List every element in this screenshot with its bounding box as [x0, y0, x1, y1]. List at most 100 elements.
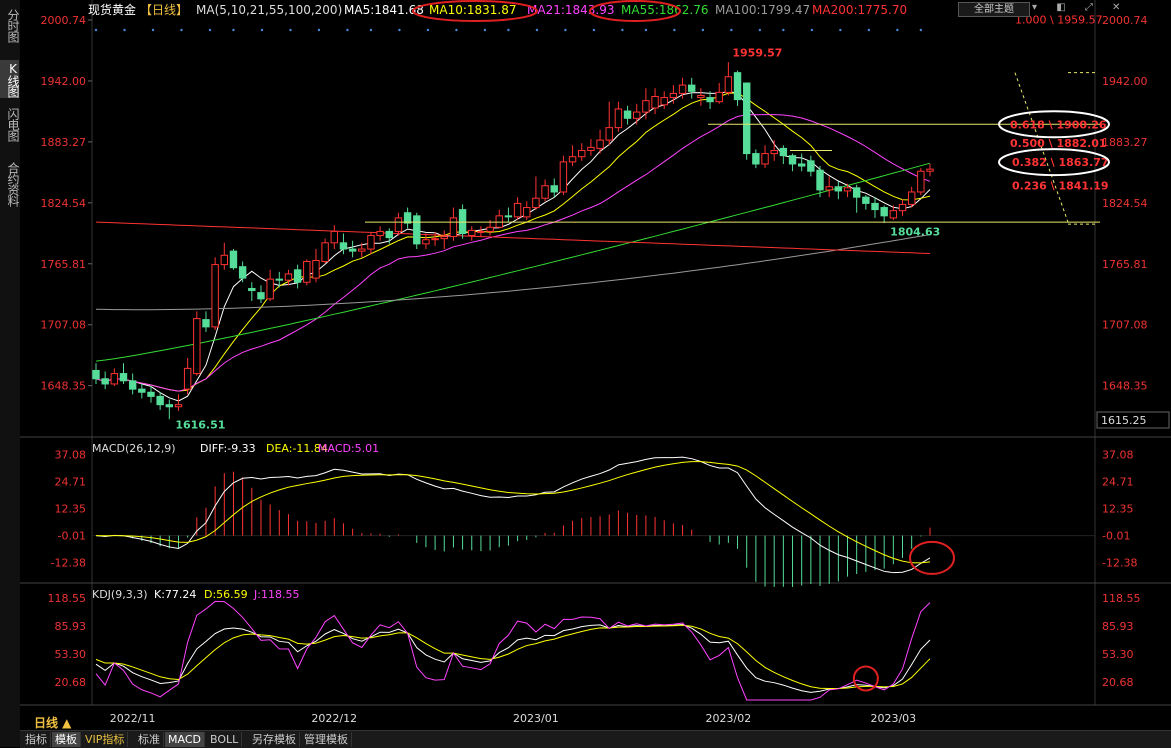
candle-body: [917, 170, 925, 193]
candle-body: [266, 278, 274, 300]
candle-body: [862, 196, 870, 204]
signal-dot: [730, 28, 733, 32]
price-tick-left: 1765.81: [41, 258, 87, 271]
kdj-k-label: K:77.24: [154, 588, 196, 601]
tab-timeshare[interactable]: 分时图: [0, 4, 20, 46]
chart-grid: [20, 0, 1171, 730]
toolbar-tab[interactable]: MACD: [165, 732, 205, 747]
window-control-icons[interactable]: ▾ ◧ ⤢ ✕: [1032, 2, 1128, 13]
theme-dropdown[interactable]: 全部主题: [958, 2, 1030, 17]
price-tick-right: 2000.74: [1102, 14, 1148, 27]
candle-body: [174, 404, 183, 408]
current-price-label: 1615.25: [1101, 414, 1147, 427]
symbol-name: 现货黄金: [88, 2, 136, 17]
candle-body: [660, 97, 668, 106]
price-tick-right: 1765.81: [1102, 258, 1148, 271]
candle-body: [797, 163, 806, 167]
candle-body: [513, 202, 522, 218]
candle-body: [367, 235, 375, 250]
candle-body: [413, 215, 421, 245]
candle-body: [202, 319, 210, 328]
candle-body: [165, 404, 174, 408]
candle-body: [257, 292, 265, 300]
candle-body: [724, 76, 733, 93]
price-tick-left: 1707.08: [41, 319, 87, 332]
ma-value-label: MA200:1775.70: [812, 3, 907, 17]
candle-body: [614, 108, 623, 129]
tab-contract-info[interactable]: 合约资料: [0, 154, 20, 214]
candle-body: [898, 203, 907, 212]
signal-dot: [644, 28, 648, 32]
macd-tick-right: 12.35: [1102, 503, 1134, 516]
candle-body: [358, 248, 366, 252]
date-tick: 2022/12: [311, 712, 357, 725]
price-tick-left: 1942.00: [41, 75, 87, 88]
ma-value-label: MA55:1862.76: [621, 3, 709, 17]
candle-body: [248, 287, 256, 292]
signal-dot: [455, 28, 458, 32]
candle-body: [128, 380, 137, 390]
candle-body: [807, 160, 815, 172]
toolbar-tab[interactable]: 另存模板: [249, 732, 300, 747]
candle-body: [715, 91, 723, 103]
price-tick-right: 1942.00: [1102, 75, 1148, 88]
candle-body: [843, 187, 852, 192]
signal-dot: [867, 28, 871, 32]
candle-body: [733, 72, 742, 101]
candle-body: [926, 168, 934, 172]
chart-canvas[interactable]: 现货黄金 【日线】 MA(5,10,21,55,100,200) MA5:1841.6…: [20, 0, 1171, 730]
macd-tick-left: -12.38: [51, 557, 86, 570]
signal-dot: [208, 28, 212, 32]
recent-low-label: 1804.63: [890, 225, 940, 238]
ma-params: MA(5,10,21,55,100,200): [196, 3, 342, 17]
candle-body: [761, 153, 769, 165]
candle-body: [523, 207, 531, 218]
candle-body: [852, 187, 861, 198]
kdj-tick-right: 118.55: [1102, 592, 1141, 605]
chart-background: [20, 0, 1171, 730]
candle-body: [788, 155, 797, 165]
candle-body: [193, 318, 201, 375]
macd-tick-right: 37.08: [1102, 448, 1134, 461]
macd-tick-left: 12.35: [55, 503, 87, 516]
candle-body: [742, 82, 751, 155]
candle-body: [101, 378, 109, 385]
tab-kline[interactable]: K线图: [0, 60, 20, 98]
candle-body: [403, 212, 412, 224]
price-tick-left: 1824.54: [41, 197, 87, 210]
signal-dot: [839, 28, 842, 32]
signal-dot: [289, 28, 292, 32]
signal-dot: [896, 28, 899, 32]
candle-body: [238, 266, 247, 279]
macd-tick-left: 37.08: [55, 448, 87, 461]
signal-dot: [782, 28, 785, 32]
candle-body: [651, 96, 659, 109]
candle-body: [275, 278, 284, 281]
candle-body: [678, 84, 687, 94]
candle-body: [834, 186, 843, 192]
candle-body: [669, 92, 678, 99]
macd-tick-right: 24.71: [1102, 475, 1134, 488]
toolbar-tab[interactable]: 标准: [135, 732, 164, 747]
candle-body: [697, 94, 705, 99]
candle-body: [532, 197, 540, 209]
toolbar-tab[interactable]: BOLL: [207, 732, 243, 747]
candle-body: [816, 169, 824, 191]
price-tick-right: 1824.54: [1102, 197, 1148, 210]
tab-flash[interactable]: 闪电图: [0, 102, 20, 146]
candle-body: [110, 373, 119, 385]
signal-dot: [758, 28, 762, 32]
signal-dot: [317, 28, 321, 32]
candle-body: [568, 156, 577, 163]
toolbar-tab[interactable]: 指标: [22, 732, 51, 747]
toolbar-tab[interactable]: 模板: [52, 732, 81, 747]
fib-level-label: 0.382 \ 1863.77: [1012, 156, 1109, 169]
signal-dot: [369, 28, 373, 32]
bottom-toolbar: 指标 模板 VIP指标 标准 MACD BOLL 另存模板 管理模板: [20, 730, 1171, 748]
fib-level-label: 0.236 \ 1841.19: [1012, 180, 1109, 193]
signal-dot: [346, 28, 349, 32]
period-selector[interactable]: 日线 ▲: [34, 714, 71, 731]
candle-body: [495, 215, 503, 228]
toolbar-tab[interactable]: 管理模板: [301, 732, 352, 747]
toolbar-tab[interactable]: VIP指标: [82, 732, 129, 747]
